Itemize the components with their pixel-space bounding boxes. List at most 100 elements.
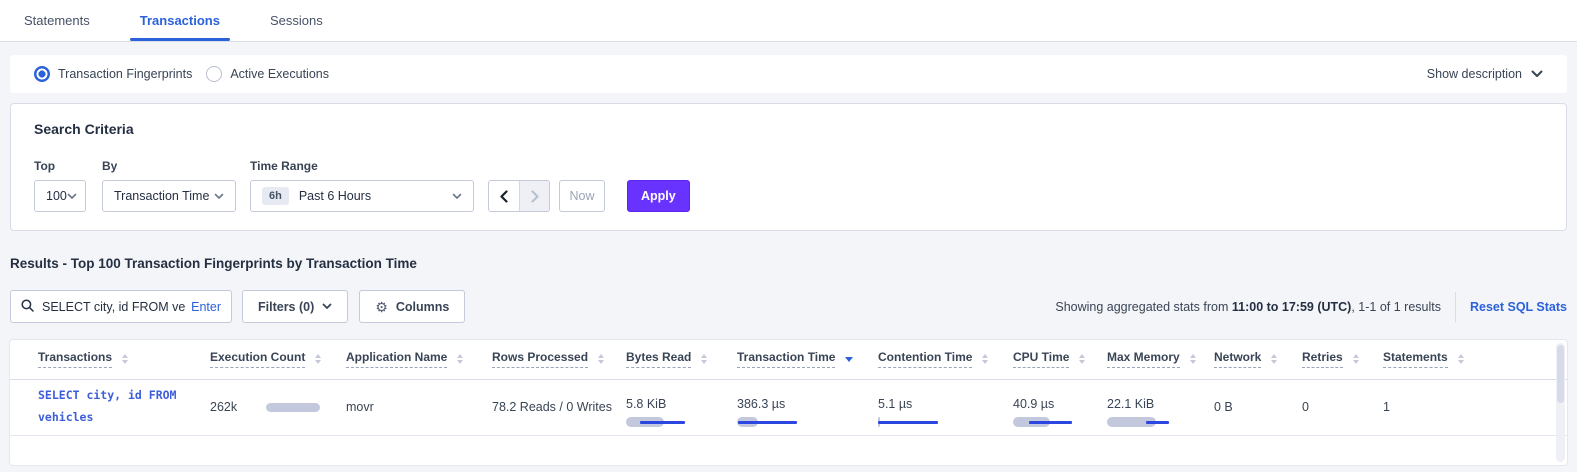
stats-suffix: , 1-1 of 1 results [1351, 300, 1441, 314]
columns-button[interactable]: ⚙ Columns [359, 290, 465, 323]
column-header-label: Network [1214, 350, 1261, 368]
column-header-label: CPU Time [1013, 350, 1069, 368]
sort-icon [1271, 354, 1277, 364]
sort-icon [982, 354, 988, 364]
gear-icon: ⚙ [375, 300, 388, 314]
column-header-transaction-time[interactable]: Transaction Time [737, 340, 878, 379]
tab-sessions[interactable]: Sessions [260, 0, 333, 41]
sort-icon [315, 354, 321, 364]
vertical-divider [1455, 292, 1456, 322]
now-button[interactable]: Now [559, 180, 605, 212]
sort-desc-icon [845, 357, 853, 362]
tab-statements[interactable]: Statements [14, 0, 100, 41]
sort-icon [122, 354, 128, 364]
show-description-label: Show description [1427, 67, 1522, 81]
transaction-fingerprint-link[interactable]: SELECT city, id FROM vehicles [38, 385, 210, 429]
top-select[interactable]: 100 [34, 180, 86, 212]
by-label: By [102, 159, 236, 173]
execution-count-bar [266, 403, 330, 412]
column-header-contention-time[interactable]: Contention Time [878, 340, 1013, 379]
column-header-application-name[interactable]: Application Name [346, 340, 492, 379]
radio-label: Active Executions [230, 67, 329, 81]
search-box: Enter [10, 290, 232, 323]
sort-icon [701, 354, 707, 364]
column-header-label: Bytes Read [626, 350, 691, 368]
sort-icon [598, 354, 604, 364]
sort-icon [457, 354, 463, 364]
top-label: Top [34, 159, 86, 173]
stats-range: 11:00 to 17:59 (UTC) [1232, 300, 1351, 314]
table-header-row: Transactions Execution Count Application… [10, 340, 1567, 379]
radio-transaction-fingerprints[interactable]: Transaction Fingerprints [34, 66, 192, 82]
stats-prefix: Showing aggregated stats from [1055, 300, 1232, 314]
transactions-table: Transactions Execution Count Application… [10, 340, 1567, 436]
apply-button[interactable]: Apply [627, 180, 690, 212]
column-header-transactions[interactable]: Transactions [10, 340, 210, 379]
filters-button[interactable]: Filters (0) [242, 290, 348, 323]
column-header-bytes-read[interactable]: Bytes Read [626, 340, 737, 379]
table-scrollbar-thumb[interactable] [1557, 345, 1564, 403]
column-header-label: Statements [1383, 350, 1448, 368]
prev-time-button[interactable] [489, 181, 519, 211]
application-name-value: movr [346, 379, 492, 435]
column-header-retries[interactable]: Retries [1302, 340, 1383, 379]
bytes-read-value: 5.8 KiB [626, 397, 737, 411]
statements-value: 1 [1383, 379, 1567, 435]
sort-icon [1353, 354, 1359, 364]
radio-label: Transaction Fingerprints [58, 67, 192, 81]
column-header-label: Transaction Time [737, 350, 835, 368]
max-memory-value: 22.1 KiB [1107, 397, 1214, 411]
table-scrollbar-track [1556, 343, 1565, 462]
sort-icon [1079, 354, 1085, 364]
retries-value: 0 [1302, 379, 1383, 435]
time-range-value: Past 6 Hours [299, 189, 371, 203]
results-toolbar: Enter Filters (0) ⚙ Columns Showing aggr… [10, 290, 1567, 323]
chevron-down-icon [214, 193, 224, 200]
sort-icon [1190, 354, 1196, 364]
chevron-down-icon [322, 303, 332, 310]
search-criteria-panel: Search Criteria Top 100 By Transaction T… [10, 103, 1567, 231]
column-header-label: Contention Time [878, 350, 972, 368]
radio-active-executions[interactable]: Active Executions [206, 66, 329, 82]
column-header-rows-processed[interactable]: Rows Processed [492, 340, 626, 379]
chevron-down-icon [452, 193, 462, 200]
execution-count-value: 262k [210, 400, 248, 414]
radio-selected-icon [34, 66, 50, 82]
view-toggle-strip: Transaction Fingerprints Active Executio… [10, 55, 1567, 93]
columns-button-label: Columns [396, 300, 449, 314]
top-select-value: 100 [46, 189, 67, 203]
enter-button[interactable]: Enter [191, 300, 221, 314]
time-range-select[interactable]: 6h Past 6 Hours [250, 180, 474, 212]
column-header-network[interactable]: Network [1214, 340, 1302, 379]
column-header-label: Retries [1302, 350, 1343, 368]
show-description-toggle[interactable]: Show description [1427, 67, 1543, 81]
search-criteria-title: Search Criteria [34, 121, 1543, 137]
transaction-time-value: 386.3 µs [737, 397, 878, 411]
by-select[interactable]: Transaction Time [102, 180, 236, 212]
tab-transactions[interactable]: Transactions [130, 0, 230, 41]
time-range-badge: 6h [262, 187, 289, 205]
sql-activity-tabbar: Statements Transactions Sessions [0, 0, 1577, 42]
column-header-execution-count[interactable]: Execution Count [210, 340, 346, 379]
column-header-label: Transactions [38, 350, 112, 368]
network-value: 0 B [1214, 379, 1302, 435]
column-header-statements[interactable]: Statements [1383, 340, 1567, 379]
cpu-time-value: 40.9 µs [1013, 397, 1107, 411]
contention-time-value: 5.1 µs [878, 397, 1013, 411]
reset-sql-stats-link[interactable]: Reset SQL Stats [1470, 300, 1567, 314]
chevron-right-icon [531, 190, 539, 203]
column-header-label: Execution Count [210, 350, 305, 368]
time-nav-group [488, 180, 550, 212]
search-input[interactable] [42, 300, 185, 314]
stats-summary: Showing aggregated stats from 11:00 to 1… [1055, 292, 1567, 322]
chevron-down-icon [67, 193, 77, 200]
column-header-label: Application Name [346, 350, 447, 368]
column-header-max-memory[interactable]: Max Memory [1107, 340, 1214, 379]
column-header-cpu-time[interactable]: CPU Time [1013, 340, 1107, 379]
transactions-table-panel: Transactions Execution Count Application… [10, 340, 1567, 465]
time-range-label: Time Range [250, 159, 474, 173]
radio-unselected-icon [206, 66, 222, 82]
next-time-button[interactable] [519, 181, 549, 211]
rows-processed-value: 78.2 Reads / 0 Writes [492, 379, 626, 435]
chevron-left-icon [500, 190, 508, 203]
